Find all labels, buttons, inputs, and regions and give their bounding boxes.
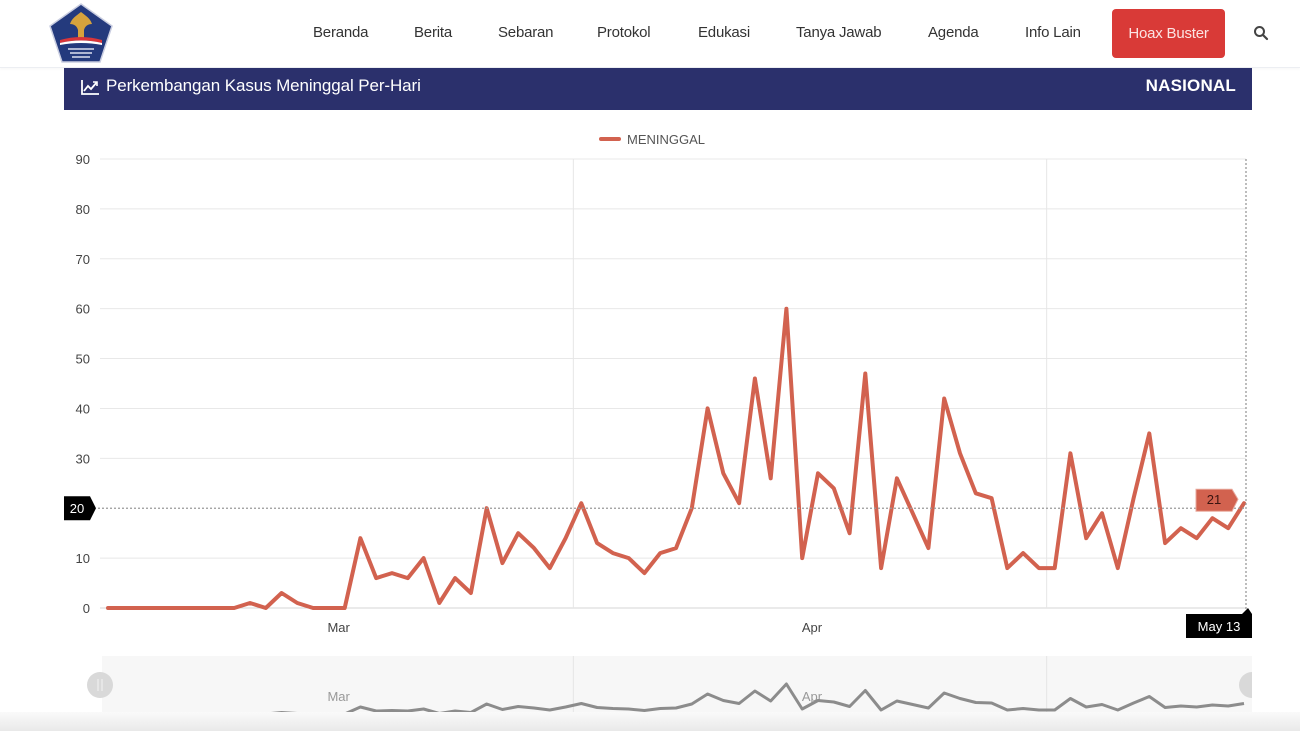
gugus-tugas-logo[interactable] [48,2,114,64]
tooltip-point-value: 21 [1207,492,1221,507]
x-tick-label: Apr [802,620,823,635]
nav-sebaran[interactable]: Sebaran [498,24,554,41]
y-tick-label: 30 [76,451,90,466]
nav-beranda[interactable]: Beranda [313,24,369,41]
navigator-handle-circle[interactable] [87,672,113,698]
top-navigation-bar: Beranda Berita Sebaran Protokol Edukasi … [0,0,1300,68]
crosshair-x-label: May 13 [1198,619,1241,634]
search-icon[interactable] [1253,25,1269,41]
navigator-background[interactable] [102,656,1252,714]
chart-card-title: Perkembangan Kasus Meninggal Per-Hari [106,76,421,95]
y-tick-label: 40 [76,401,90,416]
y-tick-label: 60 [76,302,90,317]
legend-label-meninggal: MENINGGAL [627,132,705,147]
nav-agenda[interactable]: Agenda [928,24,979,41]
legend-swatch-meninggal [599,137,621,141]
crosshair-y-label: 20 [70,501,84,516]
y-tick-label: 80 [76,202,90,217]
line-chart[interactable]: MENINGGAL 0 10 30 40 50 60 70 80 90 Mar Apr 20 21 M… [58,110,1265,731]
nav-info-lain[interactable]: Info Lain [1025,24,1081,41]
hoax-buster-button[interactable]: Hoax Buster [1112,9,1225,58]
nav-berita[interactable]: Berita [414,24,452,41]
page-bottom-edge [0,712,1300,731]
line-chart-icon [81,80,99,95]
region-label: NASIONAL [1145,76,1236,95]
navigator-month-label: Mar [327,689,350,704]
y-tick-label: 50 [76,352,90,367]
chart-card-header: Perkembangan Kasus Meninggal Per-Hari NA… [64,68,1252,110]
chart-container: MENINGGAL 0 10 30 40 50 60 70 80 90 Mar Apr 20 21 M… [58,110,1265,731]
nav-edukasi[interactable]: Edukasi [698,24,750,41]
y-tick-label: 90 [76,152,90,167]
y-tick-label: 0 [83,601,90,616]
x-tick-label: Mar [327,620,350,635]
y-tick-label: 70 [76,252,90,267]
nav-protokol[interactable]: Protokol [597,24,651,41]
nav-tanya-jawab[interactable]: Tanya Jawab [796,24,882,41]
legend[interactable]: MENINGGAL [599,132,705,147]
y-tick-label: 10 [76,551,90,566]
navigator-left-handle[interactable] [87,672,113,698]
